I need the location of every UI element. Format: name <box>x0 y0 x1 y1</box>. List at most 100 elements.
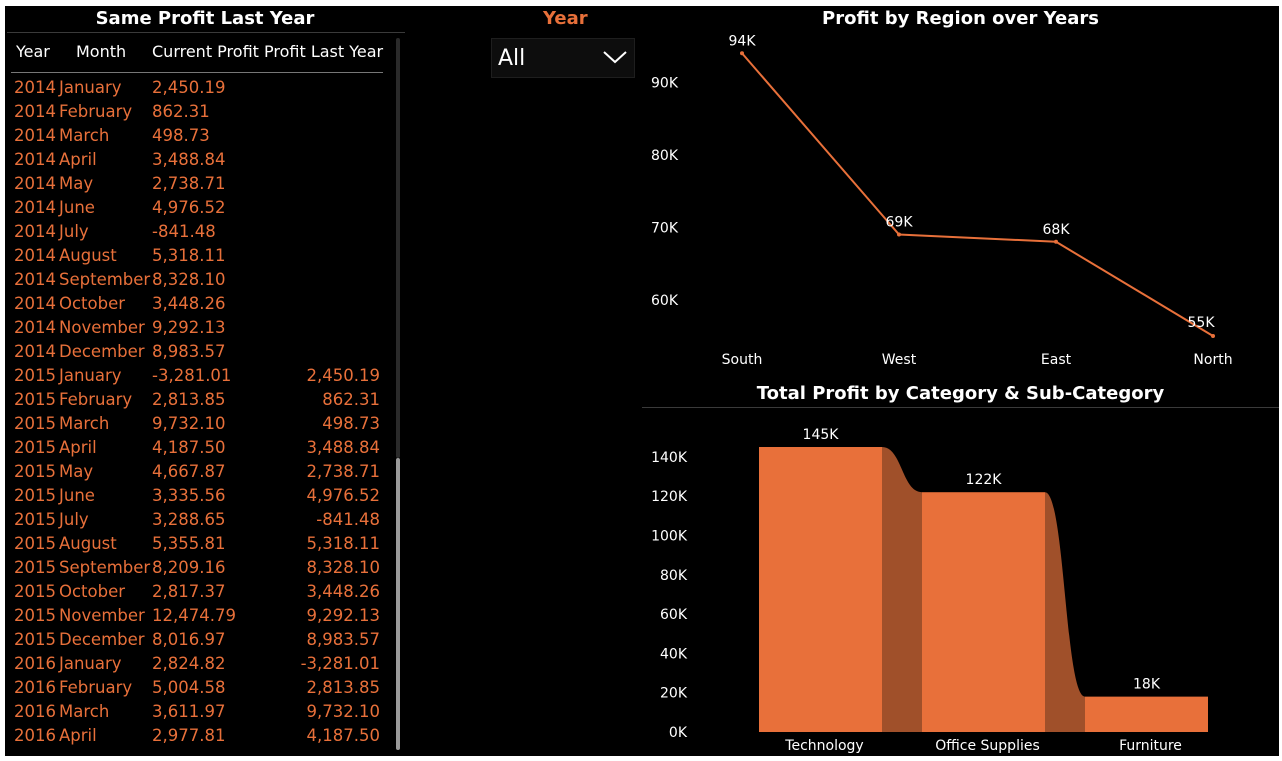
x-tick-label: Office Supplies <box>935 738 1040 754</box>
table-row[interactable]: 2014 April 3,488.84 <box>5 148 395 172</box>
data-label: 145K <box>803 427 840 443</box>
table-row[interactable]: 2014 August 5,318.11 <box>5 244 395 268</box>
cell-profit-last-year: 8,328.10 <box>306 558 380 577</box>
cell-month: April <box>59 150 97 169</box>
same-profit-table[interactable]: Same Profit Last Year Year Month Current… <box>5 6 405 756</box>
table-row[interactable]: 2014 January 2,450.19 <box>5 76 395 100</box>
cell-month: February <box>59 678 133 697</box>
table-scrollbar[interactable] <box>394 38 402 752</box>
table-row[interactable]: 2014 September 8,328.10 <box>5 268 395 292</box>
line-chart-title: Profit by Region over Years <box>822 8 1099 29</box>
cell-current-profit: -841.48 <box>152 222 216 241</box>
data-point[interactable] <box>897 232 901 237</box>
cell-profit-last-year: 3,448.26 <box>306 582 380 601</box>
table-row[interactable]: 2016 March 3,611.97 9,732.10 <box>5 700 395 724</box>
cell-current-profit: 8,328.10 <box>152 270 226 289</box>
table-row[interactable]: 2015 June 3,335.56 4,976.52 <box>5 484 395 508</box>
table-row[interactable]: 2014 November 9,292.13 <box>5 316 395 340</box>
table-row[interactable]: 2014 October 3,448.26 <box>5 292 395 316</box>
table-row[interactable]: 2014 July -841.48 <box>5 220 395 244</box>
cell-profit-last-year: 8,983.57 <box>306 630 380 649</box>
scrollbar-track[interactable] <box>396 38 400 458</box>
cell-month: October <box>59 294 126 313</box>
table-row[interactable]: 2014 February 862.31 <box>5 100 395 124</box>
table-row[interactable]: 2015 November 12,474.79 9,292.13 <box>5 604 395 628</box>
table-row[interactable]: 2016 April 2,977.81 4,187.50 <box>5 724 395 748</box>
bar[interactable] <box>922 492 1045 732</box>
cell-current-profit: 12,474.79 <box>152 606 236 625</box>
table-row[interactable]: 2015 August 5,355.81 5,318.11 <box>5 532 395 556</box>
cell-current-profit: 862.31 <box>152 102 210 121</box>
cell-month: July <box>59 222 89 241</box>
table-row[interactable]: 2014 March 498.73 <box>5 124 395 148</box>
table-row[interactable]: 2016 January 2,824.82 -3,281.01 <box>5 652 395 676</box>
table-row[interactable]: 2015 January -3,281.01 2,450.19 <box>5 364 395 388</box>
cell-year: 2014 <box>14 102 56 121</box>
y-tick-label: 60K <box>651 293 679 309</box>
data-label: 55K <box>1188 315 1216 331</box>
table-row[interactable]: 2015 September 8,209.16 8,328.10 <box>5 556 395 580</box>
chart-divider <box>642 407 1279 408</box>
year-slicer-title: Year <box>543 8 588 29</box>
table-row[interactable]: 2015 April 4,187.50 3,488.84 <box>5 436 395 460</box>
table-row[interactable]: 2016 February 5,004.58 2,813.85 <box>5 676 395 700</box>
cell-current-profit: 3,488.84 <box>152 150 226 169</box>
cell-year: 2015 <box>14 462 56 481</box>
cell-month: December <box>59 342 145 361</box>
cell-year: 2016 <box>14 702 56 721</box>
year-slicer-dropdown[interactable]: All <box>491 38 635 78</box>
data-point[interactable] <box>740 51 744 56</box>
x-tick-label: Furniture <box>1119 738 1182 754</box>
cell-current-profit: 3,448.26 <box>152 294 226 313</box>
column-header-year[interactable]: Year <box>16 42 50 61</box>
table-row[interactable]: 2015 December 8,016.97 8,983.57 <box>5 628 395 652</box>
cell-profit-last-year: 4,187.50 <box>306 726 380 745</box>
ribbon-connector[interactable] <box>882 447 922 732</box>
cell-profit-last-year: -841.48 <box>316 510 380 529</box>
column-header-month[interactable]: Month <box>76 42 126 61</box>
data-label: 68K <box>1043 222 1071 238</box>
table-row[interactable]: 2015 May 4,667.87 2,738.71 <box>5 460 395 484</box>
bar[interactable] <box>759 447 882 732</box>
cell-month: January <box>59 366 122 385</box>
cell-profit-last-year: -3,281.01 <box>300 654 380 673</box>
scrollbar-thumb[interactable] <box>396 458 400 750</box>
data-point[interactable] <box>1211 334 1215 338</box>
column-header-current-profit[interactable]: Current Profit <box>152 42 259 61</box>
data-point[interactable] <box>1054 239 1058 244</box>
cell-year: 2016 <box>14 678 56 697</box>
cell-current-profit: 498.73 <box>152 126 210 145</box>
cell-year: 2014 <box>14 246 56 265</box>
cell-year: 2014 <box>14 294 56 313</box>
cell-profit-last-year: 9,732.10 <box>306 702 380 721</box>
cell-year: 2015 <box>14 510 56 529</box>
cell-year: 2014 <box>14 270 56 289</box>
profit-by-category-chart[interactable]: 0K 20K 40K 60K 80K 100K 120K 140K 145K Technology… <box>642 410 1279 754</box>
bar[interactable] <box>1085 696 1208 732</box>
table-row[interactable]: 2015 July 3,288.65 -841.48 <box>5 508 395 532</box>
cell-current-profit: 5,355.81 <box>152 534 226 553</box>
cell-year: 2015 <box>14 534 56 553</box>
cell-year: 2014 <box>14 222 56 241</box>
column-header-profit-last-year[interactable]: Profit Last Year <box>264 42 383 61</box>
ribbon-connector[interactable] <box>1045 492 1085 732</box>
cell-month: May <box>59 174 94 193</box>
y-tick-label: 80K <box>651 148 679 164</box>
y-tick-label: 70K <box>651 220 679 236</box>
table-row[interactable]: 2015 March 9,732.10 498.73 <box>5 412 395 436</box>
profit-by-region-chart[interactable]: 60K 70K 80K 90K 94K South 69K West 68K East 55K Nor… <box>642 34 1279 374</box>
table-row[interactable]: 2014 June 4,976.52 <box>5 196 395 220</box>
series-line-profit[interactable] <box>741 52 1214 337</box>
table-row[interactable]: 2014 May 2,738.71 <box>5 172 395 196</box>
cell-year: 2014 <box>14 318 56 337</box>
cell-current-profit: 4,667.87 <box>152 462 226 481</box>
cell-year: 2015 <box>14 438 56 457</box>
table-row[interactable]: 2015 February 2,813.85 862.31 <box>5 388 395 412</box>
ribbon-chart-title: Total Profit by Category & Sub-Category <box>756 383 1165 404</box>
table-title-divider <box>7 32 405 33</box>
cell-current-profit: 3,288.65 <box>152 510 226 529</box>
cell-current-profit: 9,292.13 <box>152 318 226 337</box>
table-row[interactable]: 2014 December 8,983.57 <box>5 340 395 364</box>
table-row[interactable]: 2015 October 2,817.37 3,448.26 <box>5 580 395 604</box>
cell-profit-last-year: 9,292.13 <box>306 606 380 625</box>
